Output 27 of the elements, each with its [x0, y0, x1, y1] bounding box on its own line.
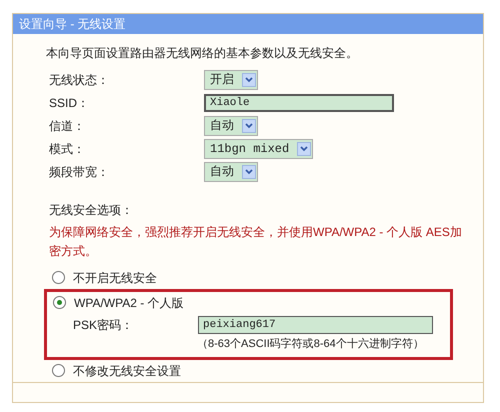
- intro-text: 本向导页面设置路由器无线网络的基本参数以及无线安全。: [46, 44, 359, 62]
- dropdown[interactable]: 11bgn mixed: [204, 139, 314, 159]
- dropdown[interactable]: 自动: [204, 116, 258, 136]
- radio-button[interactable]: [52, 271, 65, 284]
- field-label: 模式：: [49, 141, 86, 158]
- warning-text: 为保障网络安全，强烈推荐开启无线安全，并使用WPA/WPA2 - 个人版 AES加密方式。: [48, 224, 463, 260]
- dropdown[interactable]: 开启: [204, 70, 258, 90]
- field-label: 无线状态：: [49, 72, 110, 89]
- hint-text: （8-63个ASCII码字符或8-64个十六进制字符）: [196, 336, 425, 352]
- field-label: SSID：: [49, 95, 90, 112]
- field-label: PSK密码：: [73, 316, 134, 334]
- field-label: 频段带宽：: [49, 164, 110, 181]
- chevron-icon: [297, 142, 312, 156]
- chevron-icon: [242, 119, 256, 133]
- radio-label: 不修改无线安全设置: [73, 362, 181, 380]
- radio-button[interactable]: [53, 296, 66, 309]
- radio-button[interactable]: [52, 364, 65, 377]
- dropdown[interactable]: 自动: [204, 162, 258, 182]
- radio-label: 不开启无线安全: [73, 270, 157, 286]
- window-title: 设置向导 - 无线设置: [13, 14, 483, 34]
- chevron-icon: [242, 165, 256, 179]
- radio-label: WPA/WPA2 - 个人版: [74, 294, 184, 312]
- chevron-icon: [242, 73, 256, 87]
- section-label: 无线安全选项：: [48, 202, 134, 218]
- ssid-field[interactable]: Xiaole: [204, 94, 394, 112]
- field-label: 信道：: [49, 118, 86, 135]
- password-field[interactable]: peixiang617: [198, 316, 433, 334]
